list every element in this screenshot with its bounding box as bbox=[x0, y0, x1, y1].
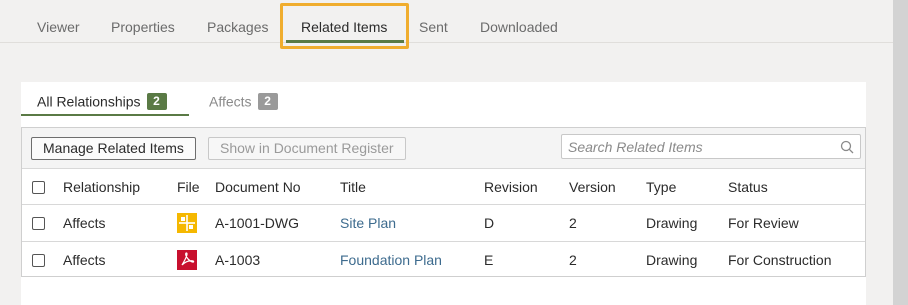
grid-toolbar: Manage Related Items Show in Document Re… bbox=[22, 128, 865, 169]
related-items-grid: Manage Related Items Show in Document Re… bbox=[21, 127, 866, 277]
subtab-label: Affects bbox=[209, 93, 252, 110]
document-no-cell: A-1003 bbox=[215, 252, 261, 268]
document-tabs: Viewer Properties Packages Related Items… bbox=[0, 0, 893, 43]
drawing-file-icon[interactable] bbox=[177, 213, 197, 233]
type-cell: Drawing bbox=[646, 215, 698, 231]
table-row[interactable]: Affects A-1003 Foundation Plan E 2 Drawi… bbox=[22, 242, 865, 278]
show-in-document-register-button[interactable]: Show in Document Register bbox=[208, 137, 406, 160]
table-row[interactable]: Affects A-1001-DWG Site Plan D 2 Drawing… bbox=[22, 205, 865, 242]
column-header-version[interactable]: Version bbox=[569, 179, 616, 195]
tab-packages[interactable]: Packages bbox=[207, 19, 268, 35]
page-scrollbar[interactable] bbox=[893, 0, 908, 305]
type-cell: Drawing bbox=[646, 252, 698, 268]
row-checkbox[interactable] bbox=[32, 254, 45, 267]
tab-sent[interactable]: Sent bbox=[419, 19, 448, 35]
tab-related-items[interactable]: Related Items bbox=[301, 19, 387, 35]
column-header-status[interactable]: Status bbox=[728, 179, 768, 195]
tab-downloaded[interactable]: Downloaded bbox=[480, 19, 558, 35]
relationship-cell: Affects bbox=[63, 252, 106, 268]
column-header-type[interactable]: Type bbox=[646, 179, 676, 195]
select-all-checkbox[interactable] bbox=[32, 180, 45, 194]
active-tab-indicator bbox=[286, 40, 404, 43]
search-placeholder: Search Related Items bbox=[568, 139, 703, 155]
tab-properties[interactable]: Properties bbox=[111, 19, 175, 35]
column-header-title[interactable]: Title bbox=[340, 179, 366, 195]
subtab-all-relationships[interactable]: All Relationships 2 bbox=[37, 92, 167, 110]
version-cell: 2 bbox=[569, 215, 577, 231]
status-cell: For Construction bbox=[728, 252, 832, 268]
active-subtab-indicator bbox=[21, 114, 189, 116]
column-header-relationship[interactable]: Relationship bbox=[63, 179, 140, 195]
subtab-label: All Relationships bbox=[37, 93, 141, 110]
subtab-affects[interactable]: Affects 2 bbox=[209, 92, 278, 110]
page: Viewer Properties Packages Related Items… bbox=[0, 0, 893, 305]
count-badge: 2 bbox=[146, 92, 167, 110]
version-cell: 2 bbox=[569, 252, 577, 268]
title-link[interactable]: Foundation Plan bbox=[340, 252, 442, 268]
related-items-panel: All Relationships 2 Affects 2 Manage Relat… bbox=[21, 82, 866, 305]
title-link[interactable]: Site Plan bbox=[340, 215, 396, 231]
column-header-document-no[interactable]: Document No bbox=[215, 179, 301, 195]
revision-cell: D bbox=[484, 215, 495, 231]
search-icon[interactable] bbox=[840, 140, 854, 154]
document-no-cell: A-1001-DWG bbox=[215, 215, 300, 231]
revision-cell: E bbox=[484, 252, 494, 268]
pdf-file-icon[interactable] bbox=[177, 250, 197, 270]
row-checkbox[interactable] bbox=[32, 217, 45, 230]
count-badge: 2 bbox=[257, 92, 278, 110]
column-header-file[interactable]: File bbox=[177, 179, 200, 195]
manage-related-items-button[interactable]: Manage Related Items bbox=[31, 137, 196, 160]
column-header-revision[interactable]: Revision bbox=[484, 179, 538, 195]
table-header: Relationship File Document No Title Revi… bbox=[22, 169, 865, 205]
tab-viewer[interactable]: Viewer bbox=[37, 19, 80, 35]
status-cell: For Review bbox=[728, 215, 799, 231]
relationship-cell: Affects bbox=[63, 215, 106, 231]
search-input[interactable]: Search Related Items bbox=[561, 134, 861, 159]
